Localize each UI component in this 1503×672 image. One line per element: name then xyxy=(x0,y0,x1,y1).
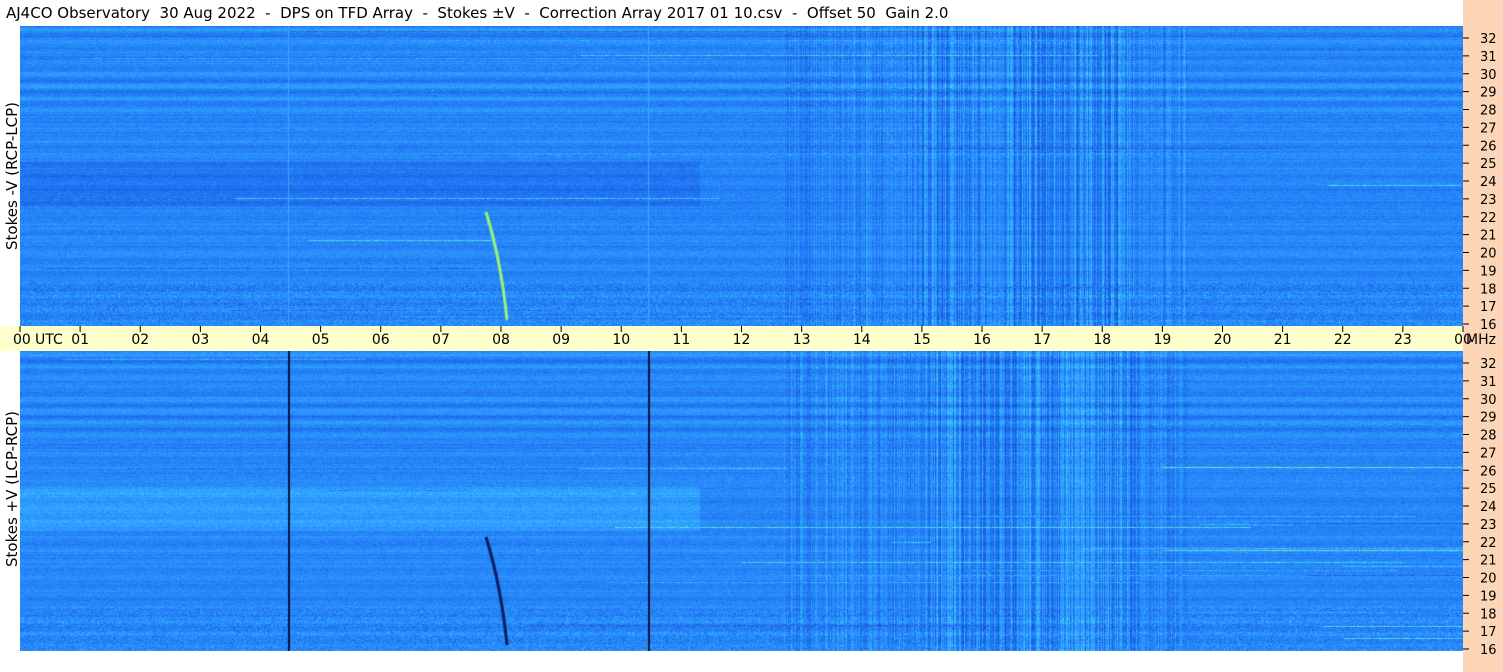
y-tick-label: 26 xyxy=(1480,139,1497,154)
x-tick-label: 18 xyxy=(1093,332,1111,348)
y-tick-label: 28 xyxy=(1480,429,1497,444)
x-tick-label: 00 xyxy=(13,332,31,348)
y-tick-label: 16 xyxy=(1480,318,1497,333)
y-tick-label: 20 xyxy=(1480,247,1497,262)
x-tick-label: 05 xyxy=(312,332,330,348)
y-tick-label: 18 xyxy=(1480,607,1497,622)
y-tick-label: 25 xyxy=(1480,157,1497,172)
y-tick-label: 18 xyxy=(1480,282,1497,297)
y-unit-label: MHz xyxy=(1466,332,1496,348)
y-tick-label: 32 xyxy=(1480,32,1497,47)
y-tick-label: 22 xyxy=(1480,536,1497,551)
x-tick-label: 04 xyxy=(252,332,270,348)
y-tick-label: 28 xyxy=(1480,104,1497,119)
y-tick-label: 27 xyxy=(1480,446,1497,461)
y-tick-label: 16 xyxy=(1480,643,1497,658)
y-tick-label: 23 xyxy=(1480,193,1497,208)
y-tick-label: 24 xyxy=(1480,175,1497,190)
x-tick-label: 15 xyxy=(913,332,931,348)
y-tick-label: 19 xyxy=(1480,264,1497,279)
x-unit-label: UTC xyxy=(35,332,63,348)
x-tick-label: 10 xyxy=(612,332,630,348)
y-tick-label: 30 xyxy=(1480,68,1497,83)
y-tick-label: 29 xyxy=(1480,86,1497,101)
y-tick-label: 19 xyxy=(1480,589,1497,604)
y-tick-label: 29 xyxy=(1480,411,1497,426)
x-tick-label: 23 xyxy=(1394,332,1412,348)
axes-overlay: 00 01 02 03 04 05 06 07 08 09 10 11 12 13 14 15 16 17 18 19… xyxy=(13,32,1497,658)
y-tick-label: 23 xyxy=(1480,518,1497,533)
y-tick-label: 21 xyxy=(1480,554,1497,569)
x-tick-label: 19 xyxy=(1153,332,1171,348)
y-tick-label: 26 xyxy=(1480,464,1497,479)
y-tick-label: 25 xyxy=(1480,482,1497,497)
x-tick-label: 07 xyxy=(432,332,450,348)
x-tick-label: 01 xyxy=(71,332,89,348)
y-tick-label: 27 xyxy=(1480,121,1497,136)
x-tick-label: 22 xyxy=(1334,332,1352,348)
y-tick-label: 30 xyxy=(1480,393,1497,408)
x-tick-label: 12 xyxy=(733,332,751,348)
x-tick-label: 17 xyxy=(1033,332,1051,348)
y-tick-label: 22 xyxy=(1480,211,1497,226)
x-tick-label: 16 xyxy=(973,332,991,348)
x-tick-label: 11 xyxy=(672,332,690,348)
y-tick-label: 31 xyxy=(1480,375,1497,390)
y-tick-label: 21 xyxy=(1480,229,1497,244)
y-tick-label: 17 xyxy=(1480,300,1497,315)
y-tick-label: 17 xyxy=(1480,625,1497,640)
x-tick-label: 21 xyxy=(1274,332,1292,348)
x-tick-label: 08 xyxy=(492,332,510,348)
x-tick-label: 02 xyxy=(131,332,149,348)
x-tick-label: 03 xyxy=(191,332,209,348)
y-tick-label: 32 xyxy=(1480,357,1497,372)
x-tick-label: 06 xyxy=(372,332,390,348)
y-tick-label: 24 xyxy=(1480,500,1497,515)
x-tick-label: 14 xyxy=(853,332,871,348)
y-tick-label: 31 xyxy=(1480,50,1497,65)
x-tick-label: 13 xyxy=(793,332,811,348)
y-tick-label: 20 xyxy=(1480,572,1497,587)
x-tick-label: 20 xyxy=(1214,332,1232,348)
x-tick-label: 09 xyxy=(552,332,570,348)
